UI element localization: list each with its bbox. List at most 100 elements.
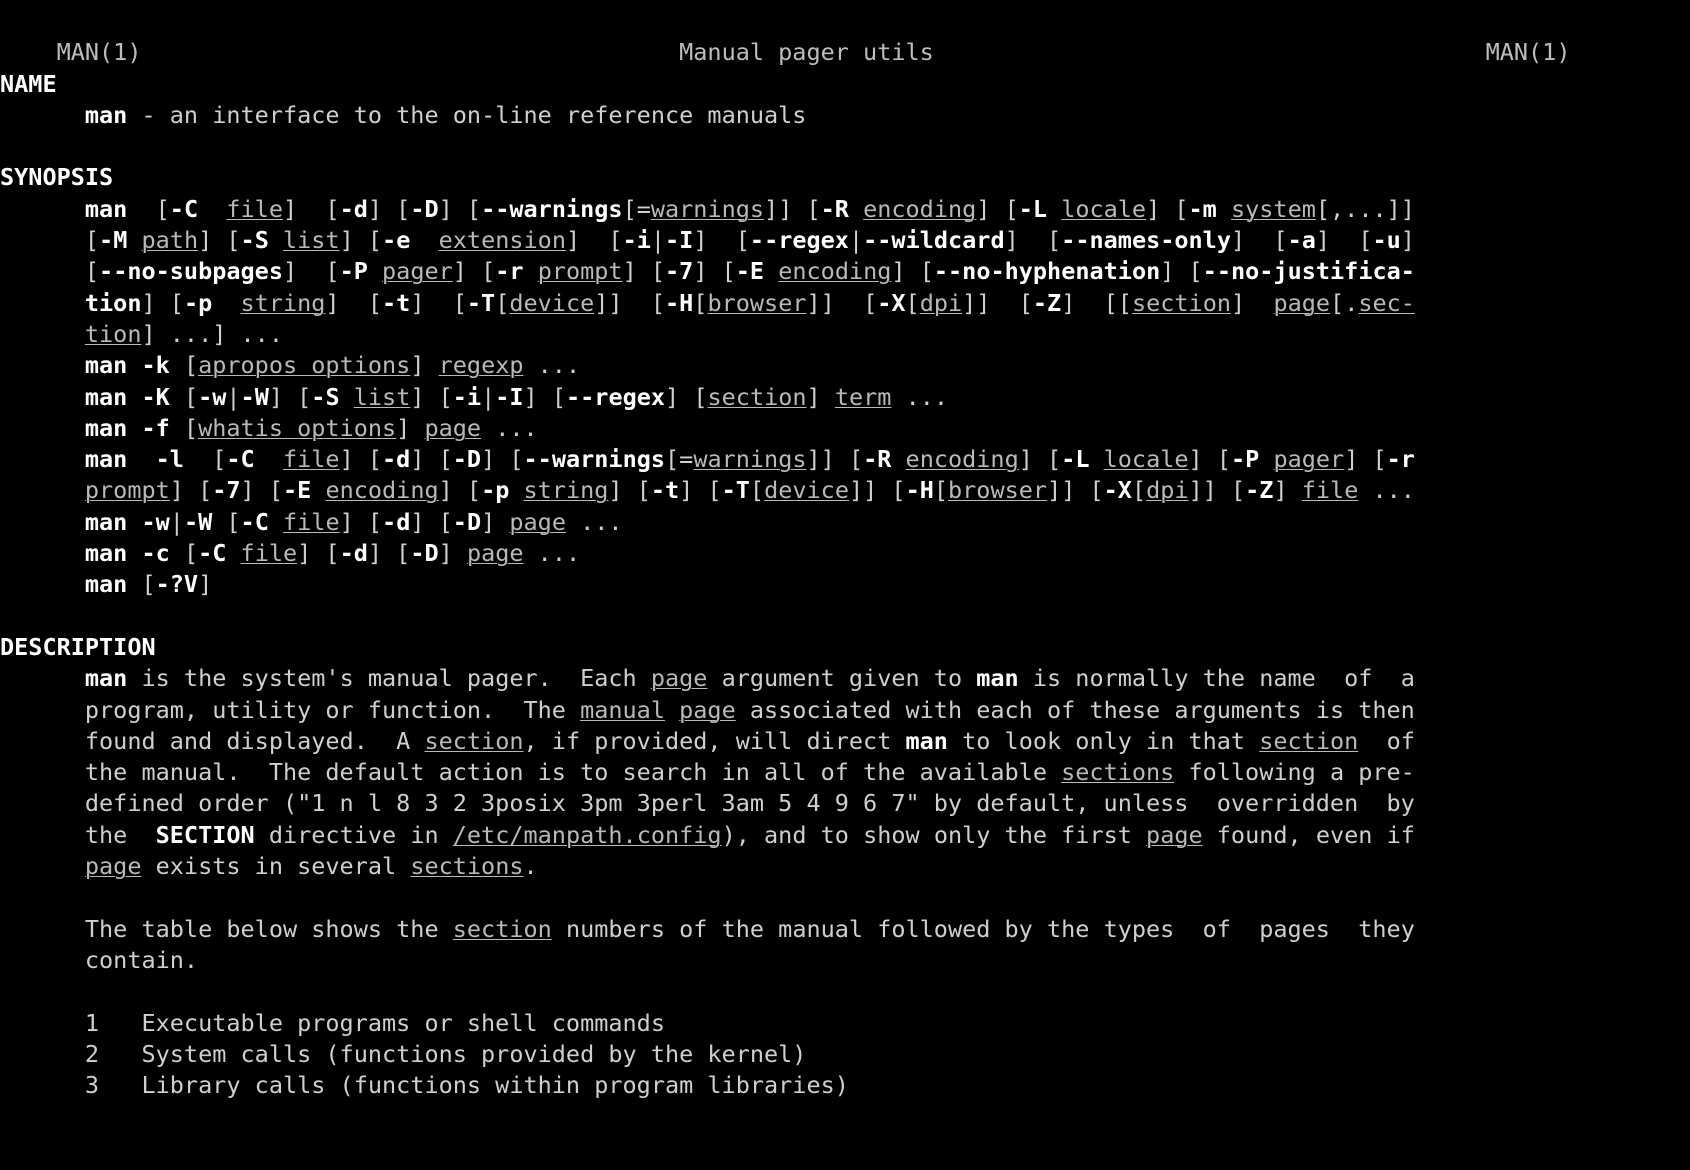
plain-text-run: 1 Executable programs or shell commands [0, 1008, 665, 1037]
plain-text-run: 3 Library calls (functions within progra… [0, 1071, 849, 1100]
plain-text-run: ] [ [367, 539, 411, 568]
plain-text-run: numbers of the manual followed by the ty… [551, 914, 1415, 943]
italic-arg-run: sections [410, 852, 524, 881]
bold-text-run: -d [382, 445, 411, 474]
bold-text-run: --wildcard [863, 226, 1005, 255]
italic-arg-run: page [84, 852, 142, 881]
name-body-line: man - an interface to the on-line refere… [0, 100, 1690, 131]
plain-text-run: ] [ [891, 257, 934, 286]
plain-text-run: ] [ [1018, 445, 1062, 474]
synopsis-line: [-M path] [-S list] [-e extension] [-i|-… [0, 225, 1690, 256]
italic-arg-run: system [1230, 194, 1316, 223]
description-line: The table below shows the section number… [0, 914, 1690, 945]
plain-text-run: ] [ [268, 382, 312, 411]
bold-text-run: -D [410, 539, 439, 568]
plain-text-run: [ [169, 539, 199, 568]
italic-arg-run: file [240, 539, 298, 568]
plain-text-run [269, 226, 283, 254]
bold-text-run: -7 [665, 257, 694, 286]
plain-text-run [127, 445, 155, 473]
bold-text-run: -R [863, 445, 892, 474]
bold-text-run: man [84, 507, 128, 536]
plain-text-run: ] [ [282, 257, 340, 286]
plain-text-run: ] [ [1188, 445, 1231, 474]
bold-text-run: --regex [566, 382, 666, 411]
plain-text-run: of [1358, 726, 1415, 755]
plain-text-run: [ [495, 288, 510, 317]
bold-text-run: --no-subpages [99, 257, 283, 286]
plain-text-run: ] [ [693, 257, 736, 286]
plain-text-run: contain. [0, 945, 199, 974]
man-page-header: MAN(1) Manual pager utils MAN(1) [0, 0, 1690, 66]
plain-text-run [509, 476, 523, 504]
plain-text-run [127, 508, 141, 536]
bold-text-run: -T [466, 288, 496, 317]
plain-text-run: ] [410, 351, 439, 380]
plain-text-run [1089, 445, 1103, 473]
plain-text-run: found and displayed. A [0, 726, 425, 755]
italic-arg-run: page [1273, 288, 1331, 317]
plain-text-run [127, 351, 141, 379]
plain-text-run: ] [ [410, 382, 453, 411]
plain-text-run: ] [ [679, 476, 722, 505]
bold-text-run: man [905, 726, 948, 755]
bold-text-run: man [84, 382, 128, 411]
italic-arg-run: sec- [1358, 288, 1415, 317]
bold-text-run: -P [1230, 445, 1260, 474]
plain-text-run: [= [622, 194, 651, 223]
bold-text-run: --warnings [481, 194, 623, 223]
synopsis-line: man -w|-W [-C file] [-d] [-D] page ... [0, 507, 1690, 538]
header-left-tag: MAN(1) [56, 38, 142, 67]
description-line: program, utility or function. The manual… [0, 695, 1690, 726]
bold-text-run: --names-only [1061, 226, 1231, 255]
plain-text-run: ] [198, 570, 213, 599]
italic-arg-run: list [283, 226, 340, 255]
plain-text-run: [ [0, 226, 100, 255]
plain-text-run: ] [1400, 226, 1415, 255]
plain-text-run [368, 257, 382, 285]
description-line [0, 882, 1690, 913]
bold-text-run: man [84, 570, 128, 599]
description-line: contain. [0, 945, 1690, 976]
bold-text-run: -p [183, 288, 213, 317]
italic-arg-run: device [764, 476, 849, 505]
plain-text-run: ... [1358, 476, 1415, 505]
italic-arg-run: browser [707, 288, 807, 317]
bold-text-run: -t [382, 288, 411, 317]
description-line: the SECTION directive in /etc/manpath.co… [0, 820, 1690, 851]
italic-arg-run: section [707, 382, 807, 411]
bold-text-run: -L [1061, 445, 1090, 474]
bold-text-run: -7 [212, 476, 241, 505]
bold-text-run: -C [226, 445, 255, 474]
italic-arg-run: tion [84, 319, 142, 348]
plain-text-run: ]] [ [764, 194, 821, 223]
italic-arg-run: page [650, 664, 708, 693]
plain-text-run: [ [127, 194, 170, 223]
description-line: 3 Library calls (functions within progra… [0, 1070, 1690, 1101]
bold-text-run: -M [99, 226, 128, 255]
synopsis-line: tion] [-p string] [-t] [-T[device]] [-H[… [0, 288, 1690, 319]
plain-text-run [849, 195, 863, 223]
bold-text-run: -f [141, 413, 170, 442]
bold-text-run: -R [820, 194, 849, 223]
plain-text-run: found, even if [1202, 820, 1415, 849]
header-right-tag: MAN(1) [1485, 38, 1571, 67]
plain-text-run [340, 383, 354, 411]
plain-text-run [0, 383, 85, 411]
plain-text-run: [ [749, 476, 765, 505]
plain-text-run: [. [1330, 288, 1359, 317]
plain-text-run [127, 226, 141, 254]
plain-text-run [0, 476, 85, 504]
plain-text-run: ]] [ [962, 288, 1033, 317]
bold-text-run: -C [198, 539, 227, 568]
header-spacer-right [934, 38, 1486, 66]
italic-arg-run: regexp [438, 351, 524, 380]
plain-text-run [410, 226, 438, 254]
synopsis-line: prompt] [-7] [-E encoding] [-p string] [… [0, 475, 1690, 506]
description-line: found and displayed. A section, if provi… [0, 726, 1690, 757]
section-heading-name-label: NAME [0, 69, 57, 98]
plain-text-run: ] ...] ... [141, 319, 283, 348]
plain-text-run [127, 383, 141, 411]
plain-text-run: ] [ [198, 226, 241, 255]
